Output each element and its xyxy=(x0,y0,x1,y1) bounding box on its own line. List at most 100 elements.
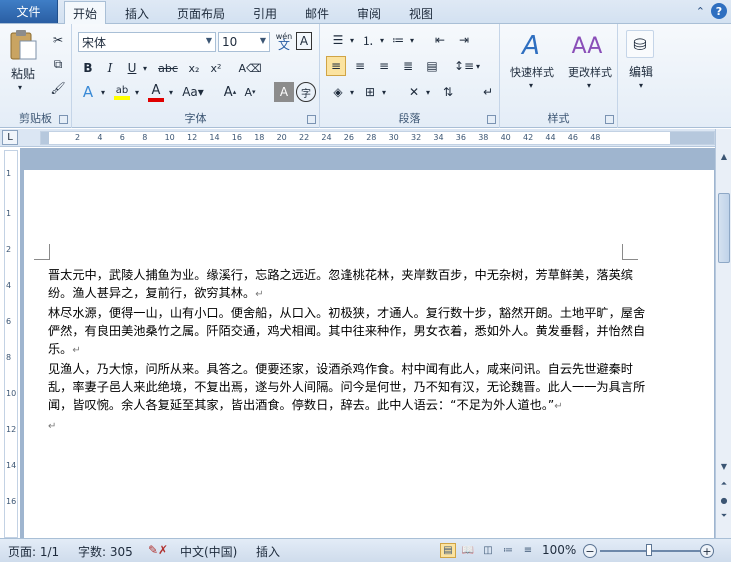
tab-home[interactable]: 开始 xyxy=(64,1,106,25)
align-right-icon[interactable]: ≡ xyxy=(374,56,394,76)
paste-dropdown-icon[interactable]: ▾ xyxy=(14,82,26,92)
character-shading-icon[interactable]: A xyxy=(274,82,294,102)
highlight-dropdown-icon[interactable]: ▾ xyxy=(132,86,142,98)
align-center-icon[interactable]: ≡ xyxy=(350,56,370,76)
cut-icon[interactable]: ✂ xyxy=(48,30,68,50)
change-styles-icon[interactable]: AA xyxy=(568,28,606,64)
paste-label[interactable]: 粘贴 xyxy=(4,64,42,82)
sort-icon[interactable]: ⇅ xyxy=(438,82,458,102)
word-count[interactable]: 字数: 305 xyxy=(78,543,133,560)
proofing-icon[interactable]: ✎✗ xyxy=(148,543,168,557)
draft-view-icon[interactable]: ≡ xyxy=(520,543,536,558)
shrink-font-icon[interactable]: A ▾ xyxy=(240,82,260,102)
styles-launcher-icon[interactable] xyxy=(605,115,614,124)
line-spacing-dropdown-icon[interactable]: ▾ xyxy=(474,60,482,72)
print-layout-view-icon[interactable]: ▤ xyxy=(440,543,456,558)
clear-formatting-icon[interactable]: A⌫ xyxy=(238,58,261,78)
paragraph-empty[interactable]: ↵ xyxy=(48,416,648,436)
align-left-icon[interactable]: ≡ xyxy=(326,56,346,76)
scroll-down-icon[interactable]: ▼ xyxy=(717,459,731,473)
web-layout-icon[interactable]: ◫ xyxy=(480,543,496,558)
decrease-indent-icon[interactable]: ⇤ xyxy=(430,30,450,50)
show-marks-icon[interactable]: ↵ xyxy=(478,82,498,102)
help-icon[interactable]: ? xyxy=(711,3,727,19)
clipboard-launcher-icon[interactable] xyxy=(59,115,68,124)
tab-view[interactable]: 视图 xyxy=(400,2,442,24)
font-color-button[interactable]: A xyxy=(146,82,166,104)
enclose-characters-icon[interactable]: 字 xyxy=(296,82,316,102)
numbering-icon[interactable]: ⒈ xyxy=(358,30,378,50)
bold-button[interactable]: B xyxy=(78,58,98,78)
tab-insert[interactable]: 插入 xyxy=(116,2,158,24)
previous-page-icon[interactable]: ⏶ xyxy=(717,477,731,491)
change-styles-button[interactable]: 更改样式 xyxy=(562,64,618,80)
outline-view-icon[interactable]: ≔ xyxy=(500,543,516,558)
horizontal-ruler[interactable]: 2 4 6 8 10 12 14 16 18 20 22 24 26 28 30 32 34 36 38 40 42 44… xyxy=(40,131,715,145)
italic-button[interactable]: I xyxy=(100,58,120,78)
browse-object-icon[interactable]: ● xyxy=(717,493,731,507)
font-launcher-icon[interactable] xyxy=(307,115,316,124)
tab-references[interactable]: 引用 xyxy=(244,2,286,24)
scroll-up-icon[interactable]: ▲ xyxy=(717,149,731,163)
editing-dropdown-icon[interactable]: ▾ xyxy=(636,80,646,90)
quick-styles-icon[interactable]: A xyxy=(514,28,548,64)
quick-styles-dropdown-icon[interactable]: ▾ xyxy=(526,80,536,90)
bullets-dropdown-icon[interactable]: ▾ xyxy=(348,34,356,46)
change-styles-dropdown-icon[interactable]: ▾ xyxy=(584,80,594,90)
paste-button[interactable] xyxy=(6,28,40,62)
multilevel-list-icon[interactable]: ≔ xyxy=(388,30,408,50)
zoom-in-icon[interactable]: + xyxy=(700,544,714,558)
borders-icon[interactable]: ⊞ xyxy=(360,82,380,102)
next-page-icon[interactable]: ⏷ xyxy=(717,509,731,523)
zoom-level[interactable]: 100% xyxy=(542,543,576,557)
underline-button[interactable]: U xyxy=(122,58,142,78)
tab-page-layout[interactable]: 页面布局 xyxy=(170,2,232,24)
binoculars-icon[interactable]: ⛁ xyxy=(626,30,654,58)
numbering-dropdown-icon[interactable]: ▾ xyxy=(378,34,386,46)
multilevel-dropdown-icon[interactable]: ▾ xyxy=(408,34,416,46)
increase-indent-icon[interactable]: ⇥ xyxy=(454,30,474,50)
chinese-layout-dropdown-icon[interactable]: ▾ xyxy=(424,86,432,98)
distributed-icon[interactable]: ▤ xyxy=(422,56,442,76)
shading-dropdown-icon[interactable]: ▾ xyxy=(348,86,356,98)
justify-icon[interactable]: ≣ xyxy=(398,56,418,76)
bullets-icon[interactable]: ☰ xyxy=(328,30,348,50)
chinese-layout-icon[interactable]: ✕ xyxy=(404,82,424,102)
font-color-dropdown-icon[interactable]: ▾ xyxy=(166,86,176,98)
format-painter-icon[interactable]: 🖌 xyxy=(48,78,68,98)
strikethrough-button[interactable]: abc xyxy=(154,58,182,78)
tab-selector-icon[interactable]: L xyxy=(2,130,18,145)
tab-review[interactable]: 审阅 xyxy=(348,2,390,24)
scroll-thumb[interactable] xyxy=(718,193,730,263)
editing-button[interactable]: 编辑 xyxy=(622,62,660,80)
paragraph-launcher-icon[interactable] xyxy=(487,115,496,124)
paragraph-3[interactable]: 见渔人，乃大惊，问所从来。具答之。便要还家，设酒杀鸡作食。村中闻有此人，咸来问讯… xyxy=(48,360,648,416)
phonetic-guide-button[interactable]: wén 文 xyxy=(274,30,294,52)
font-name-combo[interactable]: 宋体 ▼ xyxy=(78,32,216,52)
insert-mode-status[interactable]: 插入 xyxy=(256,543,280,560)
chevron-down-icon[interactable]: ▼ xyxy=(206,36,212,45)
line-spacing-icon[interactable]: ↕≡ xyxy=(454,56,474,76)
vertical-scrollbar[interactable]: ▲ ▼ ⏶ ● ⏷ xyxy=(715,129,731,538)
underline-dropdown-icon[interactable]: ▾ xyxy=(140,62,150,74)
page-count[interactable]: 页面: 1/1 xyxy=(8,543,59,560)
text-effects-dropdown-icon[interactable]: ▾ xyxy=(98,86,108,98)
document-body[interactable]: 晋太元中，武陵人捕鱼为业。缘溪行，忘路之远近。忽逢桃花林，夹岸数百步，中无杂树，… xyxy=(48,266,648,436)
zoom-out-icon[interactable]: − xyxy=(583,544,597,558)
paragraph-1[interactable]: 晋太元中，武陵人捕鱼为业。缘溪行，忘路之远近。忽逢桃花林，夹岸数百步，中无杂树，… xyxy=(48,266,648,304)
font-size-combo[interactable]: 10 ▼ xyxy=(218,32,270,52)
copy-icon[interactable]: ⧉ xyxy=(48,54,68,74)
character-border-icon[interactable]: A xyxy=(296,32,312,50)
superscript-button[interactable]: x² xyxy=(206,58,226,78)
zoom-slider-knob[interactable] xyxy=(646,544,652,556)
quick-styles-button[interactable]: 快速样式 xyxy=(504,64,560,80)
document-page[interactable]: 晋太元中，武陵人捕鱼为业。缘溪行，忘路之远近。忽逢桃花林，夹岸数百步，中无杂树，… xyxy=(24,170,714,538)
borders-dropdown-icon[interactable]: ▾ xyxy=(380,86,388,98)
paragraph-2[interactable]: 林尽水源，便得一山，山有小口。便舍船，从口入。初极狭，才通人。复行数十步，豁然开… xyxy=(48,304,648,360)
language-status[interactable]: 中文(中国) xyxy=(180,543,237,560)
highlight-color-button[interactable]: ab xyxy=(112,82,132,104)
change-case-button[interactable]: Aa▾ xyxy=(180,82,206,102)
minimize-ribbon-icon[interactable]: ⌃ xyxy=(696,5,705,18)
subscript-button[interactable]: x₂ xyxy=(184,58,204,78)
grow-font-icon[interactable]: A ▴ xyxy=(220,82,240,102)
